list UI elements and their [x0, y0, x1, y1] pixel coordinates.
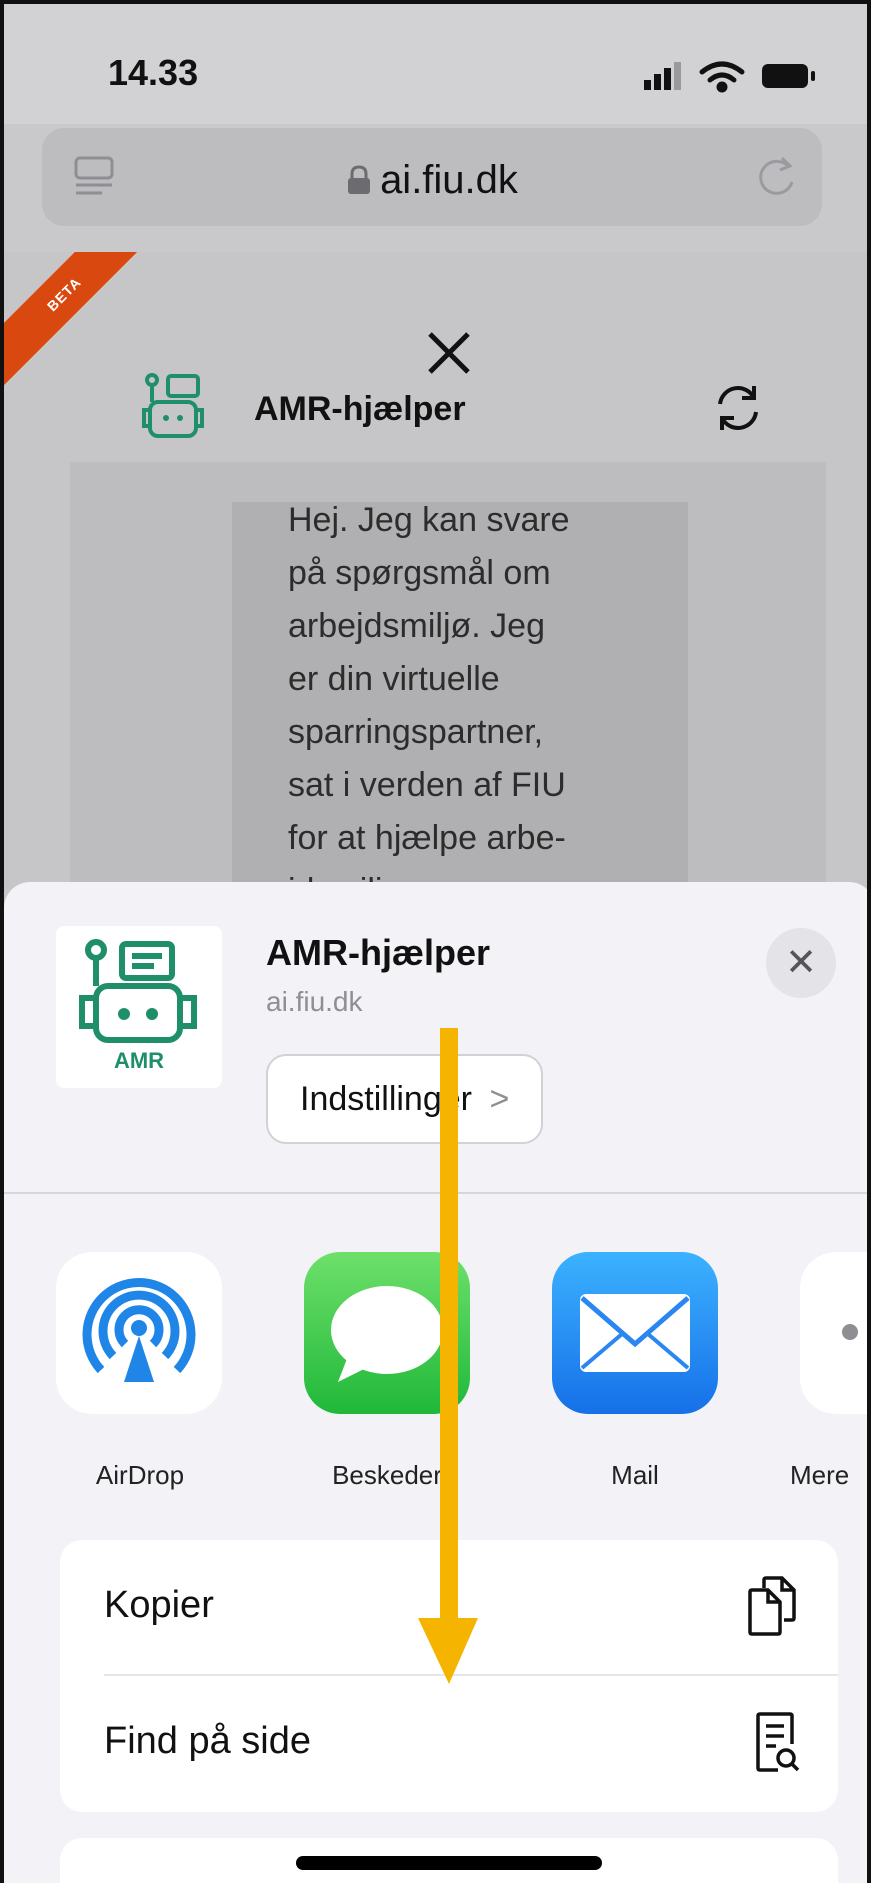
more-icon — [842, 1324, 858, 1340]
signal-icon — [644, 62, 681, 90]
find-on-page-icon — [756, 1712, 800, 1772]
refresh-icon[interactable] — [710, 380, 766, 436]
airdrop-icon — [82, 1278, 196, 1382]
action-label: Kopier — [104, 1584, 214, 1626]
web-page: BETA AMR-hjælper Hej. Jeg kan svare på s… — [4, 252, 867, 892]
phone-screen: 14.33 ai.fiu.dk BETA AMR-hjælper Hej. Je… — [0, 0, 871, 1883]
chat-title: AMR-hjælper — [254, 390, 466, 428]
bot-message-bubble: Hej. Jeg kan svare på spørgsmål om arbej… — [232, 502, 688, 892]
mail-icon — [580, 1294, 690, 1372]
chevron-right-icon: > — [489, 1080, 510, 1118]
find-on-page-action[interactable]: Find på side — [60, 1676, 838, 1812]
share-app-name: AMR-hjælper — [266, 932, 490, 973]
home-indicator[interactable] — [296, 1856, 602, 1870]
share-domain: ai.fiu.dk — [266, 986, 363, 1017]
bot-message-text: Hej. Jeg kan svare på spørgsmål om arbej… — [288, 502, 658, 892]
message-line: er din virtuelle — [288, 660, 500, 698]
app-label-airdrop: AirDrop — [95, 1460, 185, 1490]
options-button[interactable]: Indstillinger > — [266, 1054, 544, 1144]
robot-icon — [79, 939, 197, 1043]
message-line: på spørgsmål om — [288, 554, 551, 592]
status-bar: 14.33 — [4, 4, 867, 124]
app-label-mail: Mail — [611, 1460, 659, 1490]
more-app-button[interactable] — [800, 1252, 867, 1414]
copy-icon — [748, 1576, 796, 1636]
lock-icon — [348, 165, 371, 194]
app-logo: AMR — [56, 926, 222, 1088]
app-label-more: Mere — [790, 1460, 850, 1490]
message-line: sat i verden af FIU — [288, 766, 566, 804]
battery-icon — [762, 64, 815, 88]
close-share-sheet-button[interactable]: ✕ — [766, 928, 836, 998]
app-logo-text: AMR — [113, 1048, 165, 1073]
message-line: Hej. Jeg kan svare — [288, 502, 570, 539]
annotation-arrow — [418, 1028, 478, 1684]
wifi-icon — [699, 61, 745, 93]
status-time: 14.33 — [108, 52, 199, 93]
reload-icon[interactable] — [754, 154, 798, 200]
airdrop-app-button[interactable] — [56, 1252, 222, 1414]
message-line: arbejdsmiljø. Jeg — [288, 607, 545, 645]
message-line: sparringspartner, — [288, 713, 544, 751]
url-text: ai.fiu.dk — [380, 158, 518, 202]
status-icons — [644, 61, 815, 93]
message-line: for at hjælpe arbe- — [288, 819, 566, 857]
address-bar[interactable]: ai.fiu.dk — [42, 128, 822, 226]
action-label: Find på side — [104, 1720, 312, 1762]
url-field[interactable]: ai.fiu.dk — [42, 158, 822, 203]
close-chat-icon[interactable] — [422, 326, 476, 380]
beta-ribbon: BETA — [4, 252, 165, 395]
mail-app-button[interactable] — [552, 1252, 718, 1414]
robot-icon — [142, 373, 204, 438]
